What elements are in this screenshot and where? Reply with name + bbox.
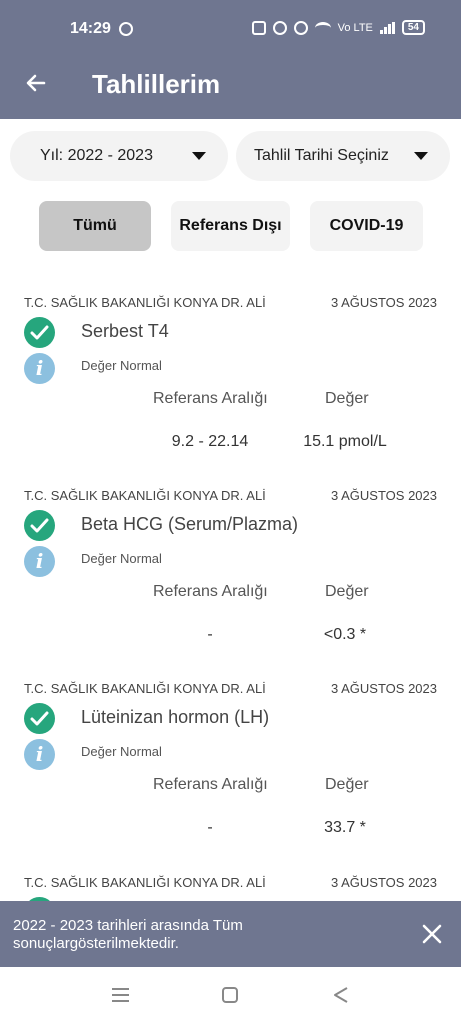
recent-apps-icon[interactable] [112, 988, 129, 1002]
info-icon[interactable]: i [24, 353, 55, 384]
test-value: <0.3 * [323, 626, 367, 643]
close-icon[interactable] [421, 923, 443, 945]
result-card[interactable]: T.C. SAĞLIK BAKANLIĞI KONYA DR. ALİ 3 AĞ… [0, 875, 461, 901]
check-icon [24, 510, 55, 541]
result-card[interactable]: T.C. SAĞLIK BAKANLIĞI KONYA DR. ALİ 3 AĞ… [0, 488, 461, 681]
year-select[interactable]: Yıl: 2022 - 2023 [10, 131, 228, 181]
status-bar: 14:29 Vo LTE 54 [0, 0, 461, 47]
check-icon [24, 703, 55, 734]
result-date: 3 AĞUSTOS 2023 [331, 488, 437, 503]
institution-label: T.C. SAĞLIK BAKANLIĞI KONYA DR. ALİ [24, 681, 266, 696]
check-icon [24, 317, 55, 348]
wifi-icon [314, 21, 331, 34]
home-icon[interactable] [222, 987, 238, 1003]
filter-panel: Yıl: 2022 - 2023 Tahlil Tarihi Seçiniz T… [0, 119, 461, 269]
result-card[interactable]: T.C. SAĞLIK BAKANLIĞI KONYA DR. ALİ 3 AĞ… [0, 681, 461, 874]
status-time: 14:29 [70, 20, 111, 37]
reference-range-value: - [207, 819, 213, 836]
institution-label: T.C. SAĞLIK BAKANLIĞI KONYA DR. ALİ [24, 488, 266, 503]
status-icons: Vo LTE 54 [251, 20, 425, 35]
date-select[interactable]: Tahlil Tarihi Seçiniz [236, 131, 450, 181]
snackbar-message: 2022 - 2023 tarihleri arasında Tüm sonuç… [13, 917, 243, 952]
system-nav-bar [0, 967, 461, 1024]
result-header: T.C. SAĞLIK BAKANLIĞI KONYA DR. ALİ 3 AĞ… [24, 875, 437, 890]
value-label: Değer [325, 583, 369, 600]
battery-icon: 54 [401, 20, 425, 35]
alarm-icon [272, 20, 287, 35]
back-triangle-icon[interactable] [333, 986, 349, 1004]
test-name: Beta HCG (Serum/Plazma) [81, 514, 299, 534]
result-card[interactable]: T.C. SAĞLIK BAKANLIĞI KONYA DR. ALİ 3 AĞ… [0, 295, 461, 488]
tab-all[interactable]: Tümü [39, 201, 151, 251]
test-value: 33.7 * [324, 819, 366, 836]
snackbar: 2022 - 2023 tarihleri arasında Tüm sonuç… [0, 901, 461, 967]
test-name: Lüteinizan hormon (LH) [81, 707, 270, 727]
date-select-label: Tahlil Tarihi Seçiniz [254, 147, 389, 164]
value-label: Değer [325, 390, 369, 407]
year-select-label: Yıl: 2022 - 2023 [40, 147, 153, 164]
info-icon[interactable]: i [24, 739, 55, 770]
info-icon[interactable]: i [24, 546, 55, 577]
reference-range-label: Referans Aralığı [153, 390, 268, 407]
result-date: 3 AĞUSTOS 2023 [331, 875, 437, 890]
tab-out-of-reference[interactable]: Referans Dışı [171, 201, 290, 251]
page-title: Tahlillerim [92, 69, 221, 99]
nfc-icon [251, 20, 266, 35]
mute-bell-icon [293, 20, 308, 35]
reference-range-value: - [207, 626, 213, 643]
result-date: 3 AĞUSTOS 2023 [331, 295, 437, 310]
test-value: 15.1 pmol/L [303, 433, 387, 450]
reference-range-value: 9.2 - 22.14 [171, 433, 249, 450]
tab-covid19[interactable]: COVID-19 [310, 201, 423, 251]
arrow-left-icon[interactable] [24, 71, 48, 95]
institution-label: T.C. SAĞLIK BAKANLIĞI KONYA DR. ALİ [24, 875, 266, 890]
network-label: Vo LTE [337, 21, 373, 34]
test-status: Değer Normal [81, 358, 162, 373]
result-header: T.C. SAĞLIK BAKANLIĞI KONYA DR. ALİ 3 AĞ… [24, 681, 437, 696]
reference-range-label: Referans Aralığı [153, 583, 268, 600]
reference-range-label: Referans Aralığı [153, 776, 268, 793]
caret-down-icon [192, 152, 206, 160]
value-label: Değer [325, 776, 369, 793]
test-status: Değer Normal [81, 551, 162, 566]
result-date: 3 AĞUSTOS 2023 [331, 681, 437, 696]
result-header: T.C. SAĞLIK BAKANLIĞI KONYA DR. ALİ 3 AĞ… [24, 488, 437, 503]
whatsapp-icon [119, 22, 133, 36]
app-bar: Tahlillerim [0, 47, 461, 119]
test-status: Değer Normal [81, 744, 162, 759]
caret-down-icon [414, 152, 428, 160]
result-header: T.C. SAĞLIK BAKANLIĞI KONYA DR. ALİ 3 AĞ… [24, 295, 437, 310]
test-name: Serbest T4 [81, 321, 169, 341]
institution-label: T.C. SAĞLIK BAKANLIĞI KONYA DR. ALİ [24, 295, 266, 310]
signal-icon [379, 21, 395, 34]
